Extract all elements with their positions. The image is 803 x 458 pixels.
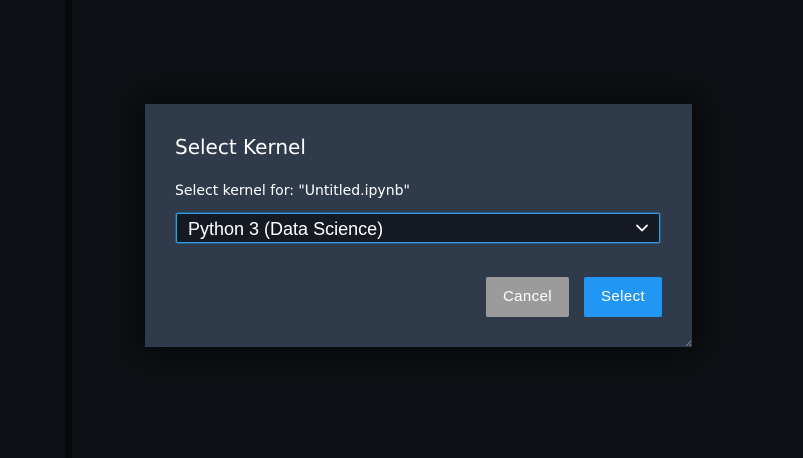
app-background: Select Kernel Select kernel for: "Untitl… xyxy=(0,0,803,458)
chevron-down-icon xyxy=(636,224,648,232)
select-kernel-dialog: Select Kernel Select kernel for: "Untitl… xyxy=(145,104,692,347)
kernel-select-dropdown[interactable]: Python 3 (Data Science) xyxy=(176,213,660,243)
kernel-select-value: Python 3 (Data Science) xyxy=(188,219,384,239)
resize-handle-icon[interactable] xyxy=(684,339,692,347)
cancel-button[interactable]: Cancel xyxy=(486,277,569,317)
kernel-select-label: Select kernel for: "Untitled.ipynb" xyxy=(175,183,410,199)
dialog-title: Select Kernel xyxy=(175,135,306,159)
left-side-panel xyxy=(0,0,65,458)
panel-divider[interactable] xyxy=(65,0,72,458)
select-button[interactable]: Select xyxy=(584,277,662,317)
